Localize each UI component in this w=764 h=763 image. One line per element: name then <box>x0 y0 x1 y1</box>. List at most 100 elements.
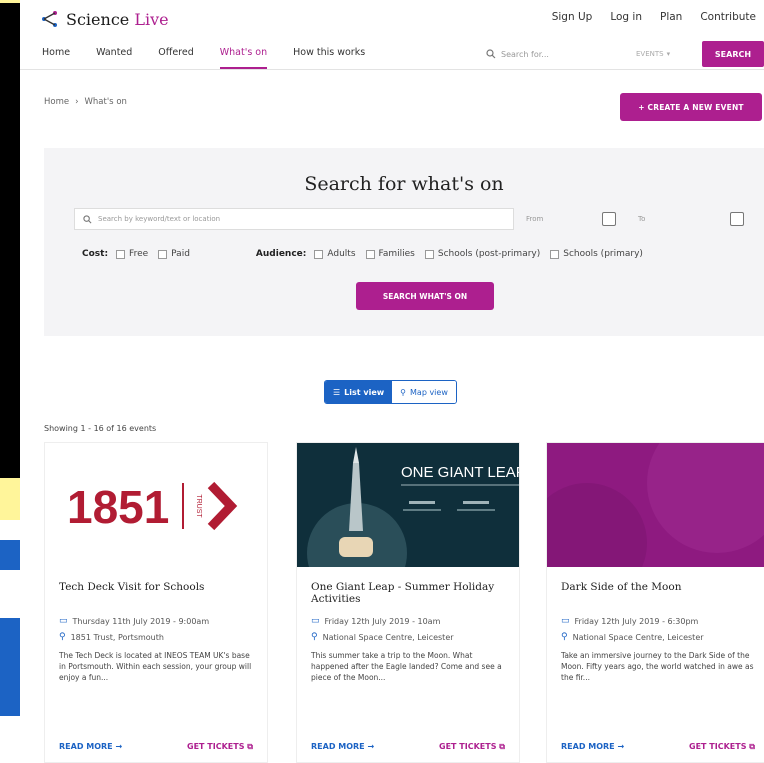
read-more-link[interactable]: READ MORE → <box>311 742 374 752</box>
calendar-icon[interactable] <box>602 212 616 226</box>
plan-link[interactable]: Plan <box>660 11 682 23</box>
list-view-button[interactable]: ☰ List view <box>325 381 393 403</box>
calendar-icon: ▭ <box>311 616 320 626</box>
breadcrumb-home[interactable]: Home <box>44 97 69 107</box>
nav-whats-on[interactable]: What's on <box>219 47 268 69</box>
checkbox-icon[interactable] <box>314 249 324 259</box>
arrow-right-icon: → <box>367 742 375 751</box>
breadcrumb: Home › What's on <box>44 97 127 107</box>
nav-wanted[interactable]: Wanted <box>96 47 132 69</box>
calendar-icon[interactable] <box>730 212 744 226</box>
site-logo[interactable]: Science Live <box>40 9 169 29</box>
arrow-right-icon: → <box>115 742 123 751</box>
signup-link[interactable]: Sign Up <box>552 11 593 23</box>
read-more-link[interactable]: READ MORE → <box>561 742 624 752</box>
page: Science Live Sign Up Log in Plan Contrib… <box>20 0 764 763</box>
search-whats-on-button[interactable]: SEARCH WHAT'S ON <box>356 282 494 310</box>
event-image[interactable] <box>547 443 764 567</box>
nav-offered[interactable]: Offered <box>158 47 193 69</box>
background-black-strip <box>0 0 20 478</box>
nav-how-this-works[interactable]: How this works <box>293 47 365 69</box>
map-view-button[interactable]: ⚲ Map view <box>392 381 456 403</box>
date-from-input[interactable]: From <box>522 208 622 230</box>
get-tickets-link[interactable]: GET TICKETS ⧉ <box>689 742 755 752</box>
filter-row: Cost: Free Paid Audience: Adults Familie… <box>82 249 762 259</box>
audience-primary-checkbox[interactable]: Schools (primary) <box>550 249 643 259</box>
map-pin-icon: ⚲ <box>400 387 407 397</box>
map-pin-icon: ⚲ <box>59 632 66 642</box>
view-toggle: ☰ List view ⚲ Map view <box>324 380 457 404</box>
login-link[interactable]: Log in <box>610 11 642 23</box>
event-actions: READ MORE → GET TICKETS ⧉ <box>59 742 253 752</box>
event-title[interactable]: One Giant Leap - Summer Holiday Activiti… <box>297 567 519 613</box>
chevron-down-icon: ▾ <box>666 50 671 58</box>
keyword-search-input[interactable]: Search by keyword/text or location <box>74 208 514 230</box>
date-to-input[interactable]: To <box>634 208 744 230</box>
nav-search-button[interactable]: SEARCH <box>702 41 764 67</box>
results-count: Showing 1 - 16 of 16 events <box>44 424 157 433</box>
audience-post-primary-checkbox[interactable]: Schools (post-primary) <box>424 249 540 259</box>
checkbox-icon[interactable] <box>116 249 126 259</box>
checkbox-icon[interactable] <box>424 249 434 259</box>
logo-icon <box>42 11 57 27</box>
event-location: ⚲ National Space Centre, Leicester <box>311 632 454 642</box>
cost-paid-checkbox[interactable]: Paid <box>158 249 190 259</box>
event-card: ONE GIANT LEAP One Giant Leap - Summer H… <box>296 442 520 763</box>
event-location: ⚲ 1851 Trust, Portsmouth <box>59 632 164 642</box>
event-date: ▭ Thursday 11th July 2019 - 9:00am <box>59 616 210 626</box>
event-card: 1851 TRUST Tech Deck Visit for Schools ▭… <box>44 442 268 763</box>
event-poster <box>547 443 764 567</box>
breadcrumb-current: What's on <box>84 97 127 107</box>
audience-adults-checkbox[interactable]: Adults <box>314 249 356 259</box>
search-panel-title: Search for what's on <box>304 173 504 195</box>
event-title[interactable]: Dark Side of the Moon <box>547 567 764 613</box>
event-description: This summer take a trip to the Moon. Wha… <box>311 651 502 682</box>
read-more-link[interactable]: READ MORE → <box>59 742 122 752</box>
background-blue-block <box>0 618 20 716</box>
event-actions: READ MORE → GET TICKETS ⧉ <box>311 742 505 752</box>
list-icon: ☰ <box>333 387 341 397</box>
nav-home[interactable]: Home <box>42 47 70 69</box>
search-scope-select[interactable]: EVENTS ▾ <box>636 44 696 64</box>
calendar-icon: ▭ <box>561 616 570 626</box>
checkbox-icon[interactable] <box>550 249 560 259</box>
breadcrumb-separator: › <box>75 97 79 107</box>
top-bar: Science Live Sign Up Log in Plan Contrib… <box>20 3 764 35</box>
cost-label: Cost: <box>82 249 109 259</box>
create-event-button[interactable]: + CREATE A NEW EVENT <box>620 93 762 121</box>
svg-text:TRUST: TRUST <box>195 494 202 518</box>
event-actions: READ MORE → GET TICKETS ⧉ <box>561 742 755 752</box>
checkbox-icon[interactable] <box>158 249 168 259</box>
audience-label: Audience: <box>255 249 307 259</box>
calendar-icon: ▭ <box>59 616 68 626</box>
search-icon <box>83 214 92 223</box>
event-description: The Tech Deck is located at INEOS TEAM U… <box>59 651 252 682</box>
cost-free-checkbox[interactable]: Free <box>116 249 148 259</box>
event-location: ⚲ National Space Centre, Leicester <box>561 632 704 642</box>
map-pin-icon: ⚲ <box>561 632 568 642</box>
map-pin-icon: ⚲ <box>311 632 318 642</box>
svg-text:1851: 1851 <box>67 481 169 533</box>
event-card: Dark Side of the Moon ▭ Friday 12th July … <box>546 442 764 763</box>
event-date: ▭ Friday 12th July 2019 - 10am <box>311 616 441 626</box>
search-icon <box>486 49 496 59</box>
main-nav: Home Wanted Offered What's on How this w… <box>20 36 764 70</box>
event-poster: ONE GIANT LEAP <box>297 443 519 567</box>
search-panel: Search for what's on Search by keyword/t… <box>44 148 764 336</box>
nav-search-input[interactable]: Search for... <box>486 44 636 64</box>
event-image[interactable]: ONE GIANT LEAP <box>297 443 519 567</box>
audience-families-checkbox[interactable]: Families <box>365 249 415 259</box>
top-links: Sign Up Log in Plan Contribute <box>552 11 756 23</box>
event-image[interactable]: 1851 TRUST <box>45 443 267 567</box>
checkbox-icon[interactable] <box>365 249 375 259</box>
external-link-icon: ⧉ <box>499 742 505 751</box>
event-title[interactable]: Tech Deck Visit for Schools <box>45 567 267 613</box>
get-tickets-link[interactable]: GET TICKETS ⧉ <box>439 742 505 752</box>
svg-text:ONE GIANT LEAP: ONE GIANT LEAP <box>401 464 519 481</box>
external-link-icon: ⧉ <box>247 742 253 751</box>
external-link-icon: ⧉ <box>749 742 755 751</box>
contribute-link[interactable]: Contribute <box>700 11 756 23</box>
site-name: Science Live <box>66 9 169 29</box>
get-tickets-link[interactable]: GET TICKETS ⧉ <box>187 742 253 752</box>
event-date: ▭ Friday 12th July 2019 - 6:30pm <box>561 616 699 626</box>
